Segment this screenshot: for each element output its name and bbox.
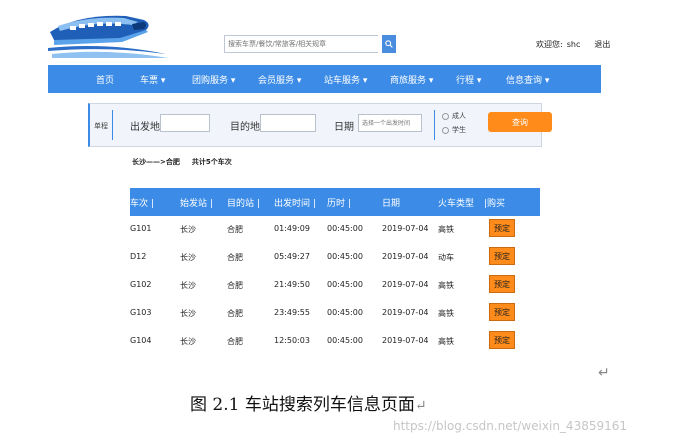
cell-date: 2019-07-04: [382, 224, 429, 233]
cell-destination: 合肥: [227, 281, 243, 290]
cell-depart-time: 23:49:55: [274, 308, 310, 317]
table-row: D12 长沙 合肥 05:49:27 00:45:00 2019-07-04 动车 预定: [130, 244, 540, 272]
from-label: 出发地: [130, 122, 160, 133]
cell-date: 2019-07-04: [382, 252, 429, 261]
nav-itinerary[interactable]: 行程 ▾: [456, 73, 481, 86]
cell-destination: 合肥: [227, 253, 243, 262]
cell-date: 2019-07-04: [382, 336, 429, 345]
cell-train-no: D12: [130, 252, 147, 261]
cell-depart-time: 01:49:09: [274, 224, 310, 233]
figure-caption: 图 2.1 车站搜索列车信息页面↵: [190, 390, 427, 415]
adult-radio[interactable]: 成人: [442, 111, 466, 121]
adult-label: 成人: [452, 112, 466, 120]
table-row: G104 长沙 合肥 12:50:03 00:45:00 2019-07-04 高铁 预定: [130, 328, 540, 356]
return-mark: ↵: [598, 365, 610, 381]
col-train-no: 车次 |: [130, 199, 154, 209]
cell-train-no: G101: [130, 224, 152, 233]
col-duration: 历时 |: [327, 199, 351, 209]
cell-destination: 合肥: [227, 225, 243, 234]
logout-link[interactable]: 退出: [594, 40, 610, 49]
cell-train-type: 高铁: [438, 225, 454, 234]
cell-origin: 长沙: [180, 225, 196, 234]
cell-destination: 合肥: [227, 337, 243, 346]
col-origin: 始发站 |: [180, 199, 213, 209]
date-label: 日期: [334, 122, 354, 133]
cell-origin: 长沙: [180, 337, 196, 346]
train-logo: [48, 10, 170, 60]
search-icon: [385, 40, 393, 48]
search-box: [224, 35, 396, 53]
watermark: https://blog.csdn.net/weixin_43859161: [393, 419, 628, 433]
cell-date: 2019-07-04: [382, 308, 429, 317]
book-button[interactable]: 预定: [489, 331, 515, 349]
nav-tickets[interactable]: 车票 ▾: [140, 73, 165, 86]
to-label: 目的地: [230, 122, 260, 133]
cell-origin: 长沙: [180, 281, 196, 290]
radio-circle-icon: [442, 112, 449, 120]
results-table-header: 车次 | 始发站 | 目的站 | 出发时间 | 历时 | 日期 火车类型 |购买: [130, 188, 540, 216]
radio-circle-icon: [442, 126, 449, 134]
col-train-type: 火车类型: [438, 199, 475, 209]
return-mark: ↵: [414, 398, 427, 414]
cell-duration: 00:45:00: [327, 308, 363, 317]
student-radio[interactable]: 学生: [442, 125, 466, 135]
search-input[interactable]: [224, 35, 378, 53]
cell-train-type: 动车: [438, 253, 454, 262]
nav-station-service[interactable]: 站车服务 ▾: [324, 73, 367, 86]
date-input[interactable]: [358, 114, 422, 132]
to-input[interactable]: [260, 114, 316, 132]
nav-info-query[interactable]: 信息查询 ▾: [506, 73, 549, 86]
divider: [434, 110, 435, 140]
table-row: G103 长沙 合肥 23:49:55 00:45:00 2019-07-04 高铁 预定: [130, 300, 540, 328]
cell-train-type: 高铁: [438, 337, 454, 346]
col-destination: 目的站 |: [227, 199, 260, 209]
col-purchase: |购买: [484, 199, 506, 209]
col-depart-time: 出发时间 |: [274, 199, 316, 209]
col-date: 日期: [382, 199, 401, 209]
cell-depart-time: 21:49:50: [274, 280, 310, 289]
book-button[interactable]: 预定: [489, 303, 515, 321]
table-row: G102 长沙 合肥 21:49:50 00:45:00 2019-07-04 高铁 预定: [130, 272, 540, 300]
cell-depart-time: 05:49:27: [274, 252, 310, 261]
cell-date: 2019-07-04: [382, 280, 429, 289]
cell-origin: 长沙: [180, 309, 196, 318]
username: shc: [566, 40, 581, 49]
cell-duration: 00:45:00: [327, 280, 363, 289]
nav-business-travel[interactable]: 商旅服务 ▾: [390, 73, 433, 86]
cell-train-no: G102: [130, 280, 152, 289]
nav-member[interactable]: 会员服务 ▾: [258, 73, 301, 86]
book-button[interactable]: 预定: [489, 219, 515, 237]
nav-home[interactable]: 首页: [96, 73, 114, 86]
cell-duration: 00:45:00: [327, 224, 363, 233]
cell-train-no: G103: [130, 308, 152, 317]
cell-train-type: 高铁: [438, 281, 454, 290]
query-button[interactable]: 查询: [488, 112, 552, 132]
student-label: 学生: [452, 126, 466, 134]
welcome-text: 欢迎您:: [536, 40, 563, 49]
cell-destination: 合肥: [227, 309, 243, 318]
from-input[interactable]: [160, 114, 210, 132]
cell-train-no: G104: [130, 336, 152, 345]
book-button[interactable]: 预定: [489, 247, 515, 265]
nav-group-buy[interactable]: 团购服务 ▾: [192, 73, 235, 86]
caption-text: 图 2.1 车站搜索列车信息页面: [190, 395, 415, 415]
route-summary: 长沙——>合肥 共计5个车次: [132, 157, 232, 167]
ticket-query-panel: 单程 出发地 目的地 日期 成人 学生 查询: [88, 103, 552, 147]
divider: [112, 110, 113, 140]
cell-train-type: 高铁: [438, 309, 454, 318]
cell-origin: 长沙: [180, 253, 196, 262]
cell-duration: 00:45:00: [327, 336, 363, 345]
cell-depart-time: 12:50:03: [274, 336, 310, 345]
main-nav: 首页 车票 ▾ 团购服务 ▾ 会员服务 ▾ 站车服务 ▾ 商旅服务 ▾ 行程 ▾…: [48, 65, 601, 93]
train-count: 共计5个车次: [191, 158, 232, 166]
welcome-area: 欢迎您: shc 退出: [536, 39, 614, 50]
route-text: 长沙——>合肥: [132, 158, 180, 166]
book-button[interactable]: 预定: [489, 275, 515, 293]
table-row: G101 长沙 合肥 01:49:09 00:45:00 2019-07-04 高铁 预定: [130, 216, 540, 244]
cell-duration: 00:45:00: [327, 252, 363, 261]
trip-type-label[interactable]: 单程: [94, 121, 108, 131]
search-button[interactable]: [382, 35, 396, 53]
